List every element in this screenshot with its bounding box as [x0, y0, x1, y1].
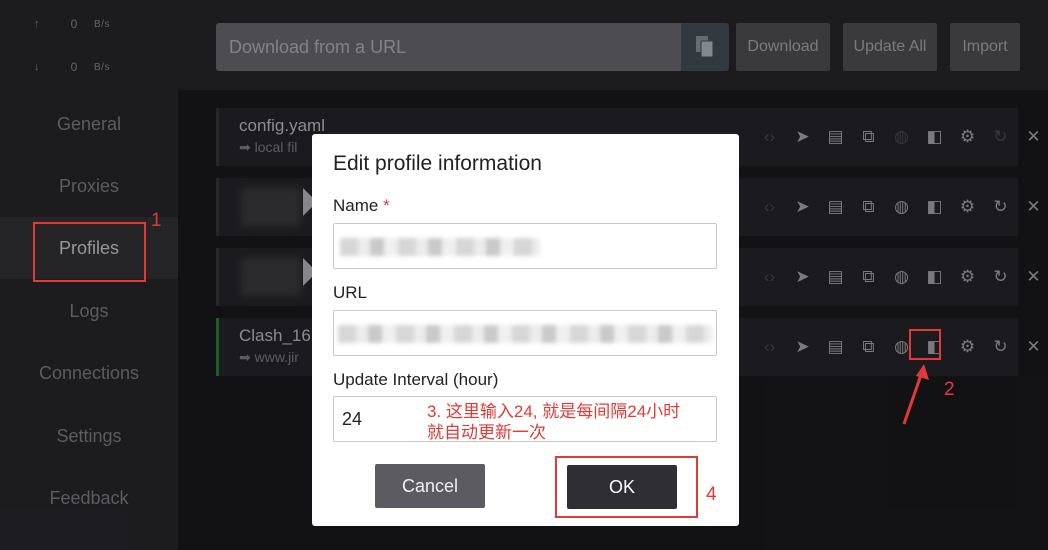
name-field[interactable]: [333, 223, 717, 269]
annotation-number-2: 2: [944, 379, 955, 400]
annotation-note-line-1: 3. 这里输入24, 就是每间隔24小时: [427, 402, 681, 421]
blurred-name-value: [340, 238, 540, 256]
annotation-arrow: [902, 364, 929, 425]
dialog-title: Edit profile information: [333, 152, 542, 175]
annotation-number-1: 1: [151, 210, 162, 231]
interval-value: 24: [342, 409, 363, 429]
annotation-note-line-2: 就自动更新一次: [427, 423, 546, 442]
required-mark: *: [383, 196, 390, 215]
name-label: Name *: [333, 196, 390, 216]
annotation-box-ok: [555, 456, 698, 518]
annotation-number-4: 4: [706, 484, 717, 505]
annotation-box-profiles: [33, 222, 146, 282]
interval-label: Update Interval (hour): [333, 370, 499, 389]
cancel-button[interactable]: Cancel: [375, 464, 485, 508]
annotation-note-3: 3. 这里输入24, 就是每间隔24小时 就自动更新一次: [427, 401, 747, 443]
blurred-url-value: [338, 325, 712, 343]
annotation-box-gear: [909, 329, 941, 360]
url-label: URL: [333, 283, 368, 302]
name-label-text: Name: [333, 196, 379, 215]
url-field[interactable]: [333, 310, 717, 356]
